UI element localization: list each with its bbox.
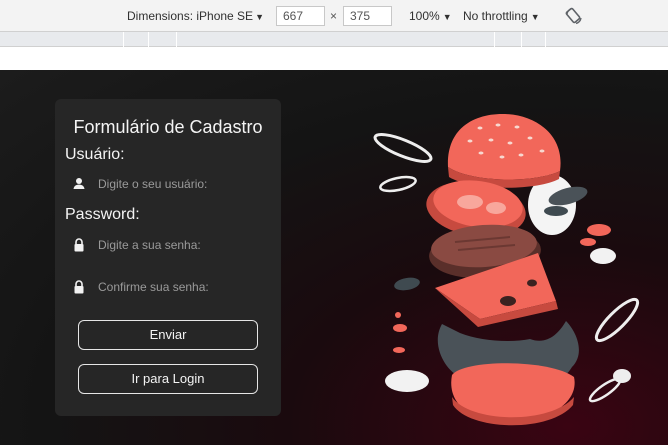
- caret-down-icon: ▼: [530, 12, 540, 22]
- lock-icon: [73, 238, 85, 252]
- password-placeholder: Digite a sua senha:: [98, 238, 201, 252]
- submit-button[interactable]: Enviar: [78, 320, 258, 350]
- dimensions-dropdown[interactable]: Dimensions: iPhone SE ▼: [127, 9, 264, 23]
- confirm-placeholder: Confirme sua senha:: [98, 280, 209, 294]
- rotate-icon[interactable]: [564, 6, 584, 26]
- burger-illustration: [373, 113, 640, 426]
- dimensions-label: Dimensions: iPhone SE: [127, 9, 254, 23]
- throttling-label: No throttling: [463, 9, 528, 23]
- lock-icon: [73, 280, 85, 294]
- password-label: Password:: [65, 206, 140, 223]
- media-query-ruler: [0, 32, 668, 47]
- user-icon: [73, 177, 85, 191]
- viewport-margin: [0, 47, 668, 70]
- width-input[interactable]: [276, 6, 325, 26]
- zoom-label: 100%: [409, 9, 440, 23]
- caret-down-icon: ▼: [255, 12, 264, 22]
- height-input[interactable]: [343, 6, 392, 26]
- caret-down-icon: ▼: [442, 12, 452, 22]
- page-viewport: Formulário de Cadastro Usuário: Digite o…: [0, 70, 668, 445]
- user-field[interactable]: Digite o seu usuário:: [73, 176, 273, 194]
- user-label: Usuário:: [65, 146, 125, 163]
- form-title: Formulário de Cadastro: [73, 117, 263, 137]
- login-button[interactable]: Ir para Login: [78, 364, 258, 394]
- password-field[interactable]: Digite a sua senha:: [73, 237, 273, 255]
- times-sign: ×: [330, 9, 338, 23]
- throttling-dropdown[interactable]: No throttling ▼: [463, 9, 540, 23]
- register-form: Formulário de Cadastro Usuário: Digite o…: [55, 99, 281, 416]
- device-toolbar: Dimensions: iPhone SE▼ × 100%▼ No thrott…: [0, 0, 668, 32]
- zoom-dropdown[interactable]: 100% ▼: [409, 9, 452, 23]
- user-placeholder: Digite o seu usuário:: [98, 177, 208, 191]
- confirm-password-field[interactable]: Confirme sua senha:: [73, 279, 273, 297]
